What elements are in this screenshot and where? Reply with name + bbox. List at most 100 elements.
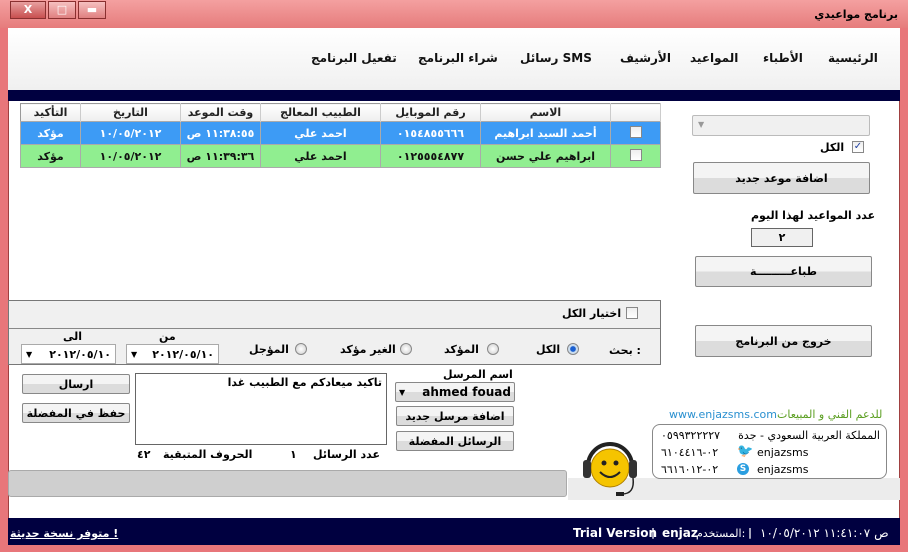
chevron-down-icon: ▼ <box>698 120 705 129</box>
phone-1: ٠٥٩٩٣٢٢٢٢٧ <box>661 429 721 442</box>
header-date[interactable]: التاريخ <box>80 103 181 122</box>
add-sender-button[interactable]: اضافة مرسل جديد <box>396 406 514 426</box>
address: المملكة العربية السعودي - جدة <box>738 429 880 442</box>
phone-3: ٠٢-٦٦١٦٠١٢ <box>661 463 719 476</box>
radio-postponed-label: المؤجل <box>249 343 289 356</box>
all-checkbox[interactable]: ✓ <box>852 141 864 153</box>
exit-button[interactable]: خروج من البرنامج <box>695 325 872 357</box>
header-time[interactable]: وقت الموعد <box>180 103 261 122</box>
from-label: من <box>159 330 176 343</box>
cell-confirm[interactable]: مؤكد <box>20 121 81 145</box>
separator: | <box>651 526 656 539</box>
phone-2: ٠٢-٦١٠٤٤١٦ <box>661 446 719 459</box>
all-label: الكل <box>820 141 845 154</box>
favorite-messages-button[interactable]: الرسائل المفضلة <box>396 431 514 451</box>
doctor-select[interactable]: ▼ <box>692 115 870 136</box>
sender-value: ahmed fouad <box>422 385 511 399</box>
user-label: المستخدم: <box>696 527 746 540</box>
skype-icon: S <box>737 463 749 475</box>
datetime: ص ١١:٤١:٠٧ ١٠/٠٥/٢٠١٢ <box>760 526 889 540</box>
radio-unconfirmed-label: الغير مؤكد <box>340 343 396 356</box>
from-date-picker[interactable]: ▼ ٢٠١٢/٠٥/١٠ <box>126 344 219 364</box>
minimize-button[interactable]: ▬ <box>78 1 106 19</box>
radio-confirmed[interactable] <box>487 343 499 355</box>
appointments-table: الاسم رقم الموبايل الطبيب المعالج وقت ال… <box>20 103 661 168</box>
cell-confirm[interactable]: مؤكد <box>20 144 81 168</box>
header-confirm[interactable]: التأكيد <box>20 103 81 122</box>
radio-unconfirmed[interactable] <box>400 343 412 355</box>
row-checkbox[interactable] <box>629 148 642 161</box>
today-count: ٢ <box>751 228 813 247</box>
website-link[interactable]: www.enjazsms.com <box>669 408 777 421</box>
maximize-button[interactable]: □ <box>48 1 76 19</box>
title-bar: X □ ▬ برنامج مواعيدي <box>0 0 908 28</box>
chevron-down-icon: ▼ <box>399 387 406 397</box>
to-label: الى <box>63 330 83 343</box>
nav-activate[interactable]: تفعيل البرنامج <box>311 51 397 65</box>
status-bar: متوفر نسخة حديثة ! Trial Version | enjaz… <box>8 518 900 545</box>
remaining-label: الحروف المتبقية <box>163 448 253 461</box>
cell-name[interactable]: ابراهيم علي حسن <box>480 144 611 168</box>
nav-buy[interactable]: شراء البرنامج <box>418 51 498 65</box>
separator: | <box>748 526 753 539</box>
cell-name[interactable]: أحمد السيد ابراهيم <box>480 121 611 145</box>
cell-date[interactable]: ١٠/٠٥/٢٠١٢ <box>80 144 181 168</box>
select-all-label: اختيار الكل <box>562 307 622 320</box>
radio-all[interactable] <box>567 343 579 355</box>
nav-sms[interactable]: رسائل SMS <box>520 51 592 65</box>
header-doctor[interactable]: الطبيب المعالج <box>260 103 381 122</box>
cell-mobile[interactable]: ٠١٥٤٨٥٥٦٦٦ <box>380 121 481 145</box>
cell-doctor[interactable]: احمد علي <box>260 144 381 168</box>
close-button[interactable]: X <box>10 1 46 19</box>
print-button[interactable]: طباعـــــــــة <box>695 256 872 287</box>
save-favorite-button[interactable]: حفظ في المفضلة <box>22 403 130 423</box>
cell-mobile[interactable]: ٠١٢٥٥٥٤٨٧٧ <box>380 144 481 168</box>
progress-bar <box>8 470 567 497</box>
skype-handle: enjazsms <box>757 463 809 476</box>
chevron-down-icon: ▼ <box>131 349 138 359</box>
nav-doctors[interactable]: الأطباء <box>763 51 803 65</box>
twitter-handle: enjazsms <box>757 446 809 459</box>
sender-select[interactable]: ▼ ahmed fouad <box>395 382 515 402</box>
remaining-count: ٤٢ <box>137 448 151 461</box>
cell-date[interactable]: ١٠/٠٥/٢٠١٢ <box>80 121 181 145</box>
cell-time[interactable]: ١١:٣٨:٥٥ ص <box>180 121 261 145</box>
table-row[interactable]: ابراهيم علي حسن ٠١٢٥٥٥٤٨٧٧ احمد علي ١١:٣… <box>20 144 661 168</box>
table-header: الاسم رقم الموبايل الطبيب المعالج وقت ال… <box>20 103 661 122</box>
header-mobile[interactable]: رقم الموبايل <box>380 103 481 122</box>
select-all-row: اختيار الكل <box>9 301 660 329</box>
send-button[interactable]: ارسال <box>22 374 130 394</box>
messages-count-label: عدد الرسائل <box>313 448 380 461</box>
to-date-value: ٢٠١٢/٠٥/١٠ <box>49 347 111 361</box>
support-smiley-icon <box>583 442 637 496</box>
header-select <box>610 103 661 122</box>
to-date-picker[interactable]: ▼ ٢٠١٢/٠٥/١٠ <box>21 344 116 364</box>
nav-home[interactable]: الرئيسية <box>828 51 878 65</box>
nav-appointments[interactable]: المواعيد <box>690 51 738 65</box>
search-label: بحث : <box>609 344 641 357</box>
window-title: برنامج مواعيدي <box>814 8 898 21</box>
update-link[interactable]: متوفر نسخة حديثة ! <box>10 527 118 540</box>
radio-all-label: الكل <box>536 343 561 356</box>
cell-doctor[interactable]: احمد علي <box>260 121 381 145</box>
select-all-checkbox[interactable] <box>626 307 638 319</box>
today-count-label: عدد المواعيد لهذا اليوم <box>751 209 876 222</box>
table-row[interactable]: أحمد السيد ابراهيم ٠١٥٤٨٥٥٦٦٦ احمد علي ١… <box>20 121 661 145</box>
add-appointment-button[interactable]: اضافة موعد جديد <box>693 162 870 194</box>
nav-archive[interactable]: الأرشيف <box>620 51 671 65</box>
cell-time[interactable]: ١١:٣٩:٣٦ ص <box>180 144 261 168</box>
username: enjaz <box>662 526 698 540</box>
radio-confirmed-label: المؤكد <box>444 343 479 356</box>
support-label: للدعم الفني و المبيعات <box>777 408 883 421</box>
radio-postponed[interactable] <box>295 343 307 355</box>
from-date-value: ٢٠١٢/٠٥/١٠ <box>152 347 214 361</box>
message-textarea[interactable]: تاكيد ميعادكم مع الطبيب غدا <box>135 373 387 445</box>
chevron-down-icon: ▼ <box>26 349 33 359</box>
filter-panel: اختيار الكل بحث : الكل المؤكد الغير مؤكد… <box>8 300 661 365</box>
version-label: Trial Version <box>573 526 658 540</box>
contact-box: المملكة العربية السعودي - جدة ٠٥٩٩٣٢٢٢٢٧… <box>652 424 887 479</box>
sender-label: اسم المرسل <box>443 368 513 381</box>
row-checkbox[interactable] <box>629 125 642 138</box>
header-name[interactable]: الاسم <box>480 103 611 122</box>
nav-divider <box>8 90 900 101</box>
